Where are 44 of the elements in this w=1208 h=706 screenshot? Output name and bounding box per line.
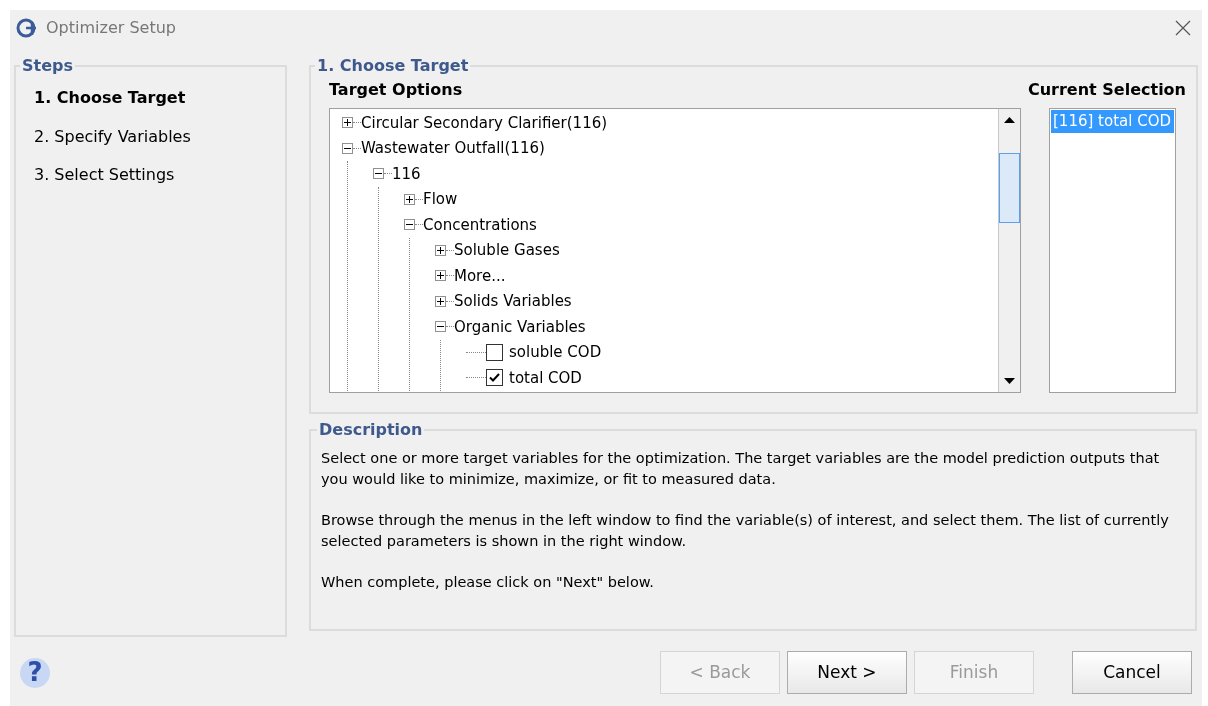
checkbox[interactable]	[486, 343, 503, 361]
tree-item[interactable]: total COD	[509, 366, 582, 389]
description-text: When complete, please click on "Next" below.	[321, 573, 655, 592]
collapse-toggle[interactable]	[373, 168, 384, 180]
expand-toggle[interactable]	[435, 244, 446, 256]
expand-toggle[interactable]	[435, 270, 446, 282]
scrollbar-thumb[interactable]	[999, 153, 1020, 223]
step-item[interactable]: 3. Select Settings	[34, 163, 267, 202]
help-icon[interactable]: ?	[20, 657, 50, 688]
close-icon[interactable]	[1174, 19, 1192, 37]
tree-view[interactable]: Circular Secondary Clarifier(116) Wastewater Outfall(116) 116 Flow Concentrations Soluble Gases More... Solids Variables Organic Variables soluble COD total COD	[329, 108, 1021, 393]
group-title: 1. Choose Target	[316, 55, 470, 77]
group-title: Steps	[21, 55, 74, 77]
tree-item[interactable]: Soluble Gases	[454, 239, 560, 262]
window-title: Optimizer Setup	[46, 17, 176, 39]
collapse-toggle[interactable]	[342, 142, 353, 154]
tree-item[interactable]: Circular Secondary Clarifier(116)	[361, 111, 608, 134]
scroll-down-icon[interactable]	[1004, 378, 1015, 384]
step-item[interactable]: 2. Specify Variables	[34, 124, 267, 163]
description-text: Browse through the menus in the left window to find the variable(s) of interest, and select them. The list of currently selected parameters is shown in the right window.	[321, 511, 1170, 551]
scroll-up-icon[interactable]	[1004, 117, 1015, 123]
tree-item[interactable]: Solids Variables	[454, 290, 572, 313]
tree-item[interactable]: Organic Variables	[454, 315, 586, 338]
tree-item[interactable]: Flow	[423, 188, 458, 211]
tree-item[interactable]: soluble COD	[509, 341, 602, 364]
tree-item[interactable]: Wastewater Outfall(116)	[361, 137, 545, 160]
collapse-toggle[interactable]	[435, 321, 446, 333]
column-label: Current Selection	[1027, 79, 1186, 101]
checkbox[interactable]	[486, 369, 503, 387]
dialog-button[interactable]: Cancel	[1072, 651, 1192, 694]
tree-item[interactable]: 116	[392, 162, 421, 185]
expand-toggle[interactable]	[435, 295, 446, 307]
tree-item[interactable]: Concentrations	[423, 213, 537, 236]
tree-item[interactable]: More...	[454, 264, 506, 287]
description-text: Select one or more target variables for the optimization. The target variables are the model prediction outputs that you would like to minimize, maximize, or fit to measured data.	[321, 449, 1161, 489]
dialog-button[interactable]: Next >	[787, 651, 907, 694]
expand-toggle[interactable]	[342, 117, 353, 129]
app-logo-icon	[16, 17, 38, 39]
column-label: Target Options	[329, 79, 463, 101]
expand-toggle[interactable]	[404, 193, 415, 205]
collapse-toggle[interactable]	[404, 219, 415, 231]
step-item[interactable]: 1. Choose Target	[34, 86, 267, 125]
group-title: Description	[318, 419, 424, 441]
scrollbar[interactable]	[998, 109, 1020, 392]
